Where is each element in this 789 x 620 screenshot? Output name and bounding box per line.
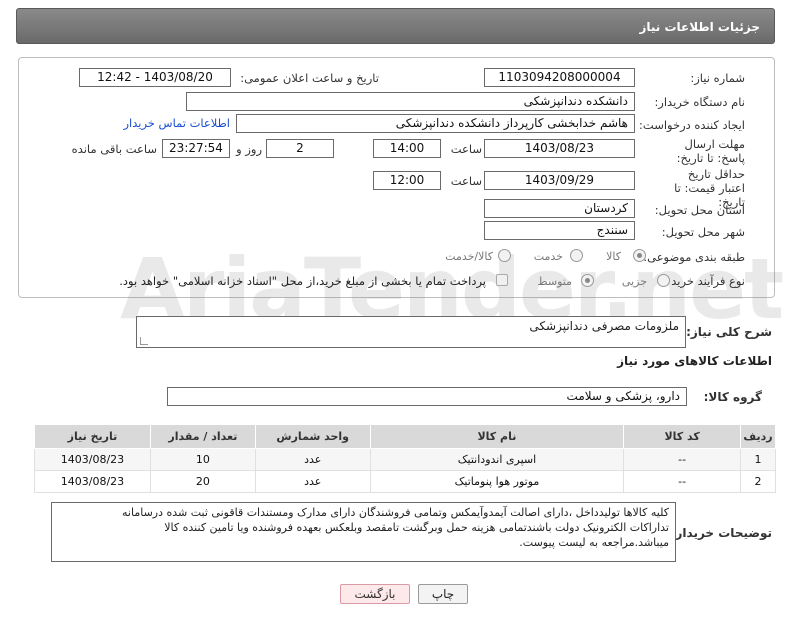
item-date: 1403/08/23 <box>34 448 151 471</box>
process-option-medium: متوسط <box>537 275 572 288</box>
category-radio-goods[interactable] <box>633 249 646 262</box>
category-option-service: خدمت <box>533 250 563 263</box>
days-remaining-field: 2 <box>266 139 334 158</box>
treasury-payment-note: پرداخت تمام یا بخشی از مبلغ خرید،از محل … <box>119 274 486 288</box>
print-button[interactable]: چاپ <box>418 584 468 604</box>
time-remaining-label: ساعت باقی مانده <box>71 142 157 156</box>
province-field: کردستان <box>484 199 635 218</box>
requester-field: هاشم خدابخشی کارپرداز دانشکده دندانپزشکی <box>236 114 635 133</box>
buyer-notes-line-2: تداراکات الکترونیک دولت باشندتمامی هزینه… <box>164 521 669 534</box>
category-radio-goods-service[interactable] <box>498 249 511 262</box>
item-code: -- <box>623 470 742 493</box>
process-type-label: نوع فرآیند خرید : <box>663 274 745 288</box>
announce-date-field: 1403/08/20 - 12:42 <box>79 68 231 87</box>
item-qty: 20 <box>149 470 256 493</box>
announce-date-label: تاریخ و ساعت اعلان عمومی: <box>240 71 379 85</box>
table-row: 1 -- اسپری اندودانتیک عدد 10 1403/08/23 <box>34 448 776 471</box>
validity-time-field: 12:00 <box>373 171 441 190</box>
process-option-minor: جزیی <box>621 275 647 288</box>
row-number: 2 <box>740 470 776 493</box>
column-header-row: ردیف <box>740 424 776 449</box>
column-header-name: نام کالا <box>369 424 625 449</box>
item-date: 1403/08/23 <box>34 470 151 493</box>
back-button[interactable]: بازگشت <box>340 584 410 604</box>
treasury-payment-checkbox[interactable] <box>496 274 508 286</box>
buyer-notes-label: توضیحات خریدار: <box>670 526 772 540</box>
row-number: 1 <box>740 448 776 471</box>
category-option-goods-service: کالا/خدمت <box>445 250 493 263</box>
summary-label: شرح کلی نیاز: <box>686 325 772 339</box>
city-field: سنندج <box>484 221 635 240</box>
need-number-field: 1103094208000004 <box>484 68 635 87</box>
requester-label: ایجاد کننده درخواست: <box>639 118 745 132</box>
buyer-notes-field: کلیه کالاها تولیدداخل ،دارای اصالت آیمدو… <box>51 502 676 562</box>
goods-section-title: اطلاعات کالاهای مورد نیاز <box>617 354 772 368</box>
category-radio-service[interactable] <box>570 249 583 262</box>
need-number-label: شماره نیاز: <box>690 71 745 85</box>
column-header-date: تاریخ نیاز <box>34 424 151 449</box>
deadline-label: مهلت ارسال پاسخ: تا تاریخ: <box>676 137 745 165</box>
deadline-time-field: 14:00 <box>373 139 441 158</box>
time-remaining-field: 23:27:54 <box>162 139 230 158</box>
goods-table: ردیف کد کالا نام کالا واحد شمارش تعداد /… <box>34 424 776 493</box>
item-name: موتور هوا پنوماتیک <box>369 470 625 493</box>
resize-grip-icon <box>140 337 148 345</box>
item-unit: عدد <box>254 448 371 471</box>
buyer-contact-link[interactable]: اطلاعات تماس خریدار <box>123 116 230 130</box>
buyer-org-field: دانشکده دندانپزشکی <box>186 92 635 111</box>
city-label: شهر محل تحویل: <box>661 225 745 239</box>
buyer-org-label: نام دستگاه خریدار: <box>654 95 745 109</box>
column-header-code: کد کالا <box>623 424 742 449</box>
category-label: طبقه بندی موضوعی: <box>643 250 745 264</box>
item-name: اسپری اندودانتیک <box>369 448 625 471</box>
process-radio-minor[interactable] <box>657 274 670 287</box>
item-qty: 10 <box>149 448 256 471</box>
column-header-qty: تعداد / مقدار <box>149 424 256 449</box>
summary-text: ملزومات مصرفی دندانپزشکی <box>529 319 679 333</box>
deadline-date-field: 1403/08/23 <box>484 139 635 158</box>
buyer-notes-line-1: کلیه کالاها تولیدداخل ،دارای اصالت آیمدو… <box>122 506 669 519</box>
goods-group-field: دارو، پزشکی و سلامت <box>167 387 687 406</box>
deadline-time-label: ساعت <box>450 142 482 156</box>
item-unit: عدد <box>254 470 371 493</box>
summary-field: ملزومات مصرفی دندانپزشکی <box>136 316 686 348</box>
province-label: استان محل تحویل: <box>654 203 745 217</box>
buyer-notes-line-3: میباشد.مراجعه به لیست پیوست. <box>519 536 669 549</box>
category-option-goods: کالا <box>606 250 621 263</box>
table-header-row: ردیف کد کالا نام کالا واحد شمارش تعداد /… <box>34 424 776 449</box>
process-radio-medium[interactable] <box>581 274 594 287</box>
goods-group-label: گروه کالا: <box>703 390 762 404</box>
validity-time-label: ساعت <box>450 174 482 188</box>
column-header-unit: واحد شمارش <box>254 424 371 449</box>
item-code: -- <box>623 448 742 471</box>
page-title: جزئیات اطلاعات نیاز <box>16 8 775 44</box>
table-row: 2 -- موتور هوا پنوماتیک عدد 20 1403/08/2… <box>34 470 776 493</box>
days-label: روز و <box>236 142 262 156</box>
validity-date-field: 1403/09/29 <box>484 171 635 190</box>
